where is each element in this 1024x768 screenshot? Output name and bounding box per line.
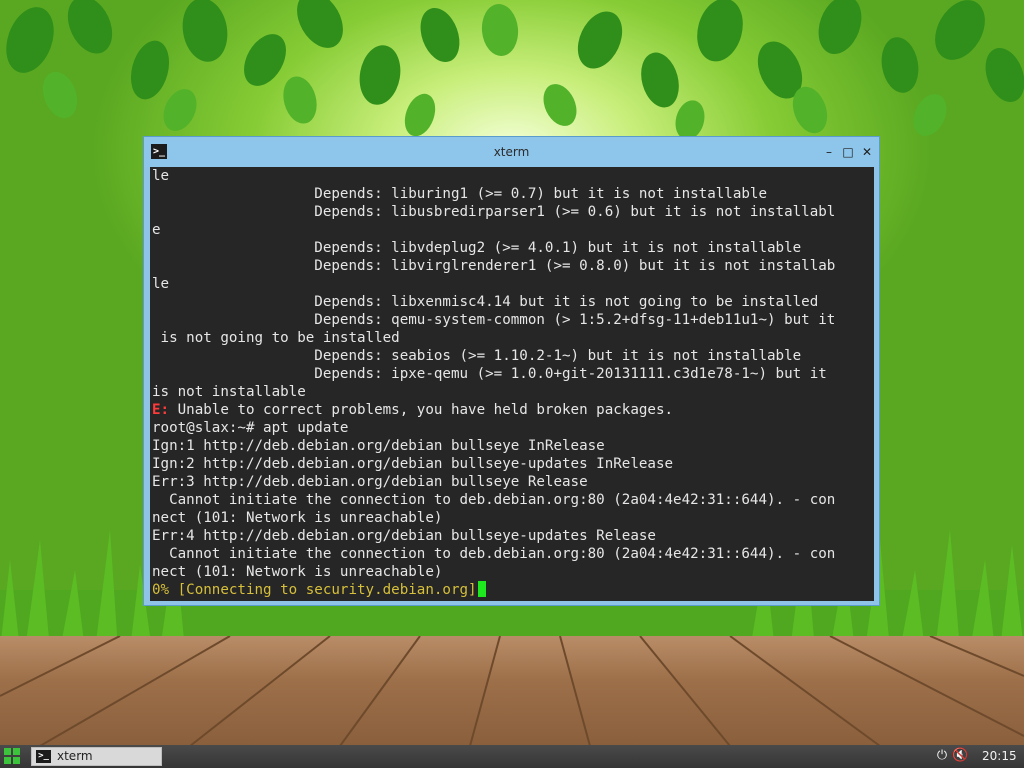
terminal-line-text: is not going to be installed <box>152 330 400 346</box>
terminal-line: Depends: qemu-system-common (> 1:5.2+dfs… <box>152 311 835 329</box>
terminal-line-text: Depends: libvdeplug2 (>= 4.0.1) but it i… <box>152 240 802 256</box>
terminal-cursor <box>477 581 486 597</box>
terminal-line: le <box>152 167 835 185</box>
terminal-line-text: is not installable <box>152 384 306 400</box>
terminal-line: is not installable <box>152 383 835 401</box>
terminal-line-text: le <box>152 276 170 292</box>
terminal-line: Cannot initiate the connection to deb.de… <box>152 491 835 509</box>
terminal-line: e <box>152 221 835 239</box>
terminal-line-text: e <box>152 222 161 238</box>
terminal-line: Depends: seabios (>= 1.10.2-1~) but it i… <box>152 347 835 365</box>
terminal-line: Depends: libvirglrenderer1 (>= 0.8.0) bu… <box>152 257 835 275</box>
terminal-line-text: Ign:1 http://deb.debian.org/debian bulls… <box>152 438 605 454</box>
terminal-line: Depends: libvdeplug2 (>= 4.0.1) but it i… <box>152 239 835 257</box>
terminal-line-text: Depends: libxenmisc4.14 but it is not go… <box>152 294 819 310</box>
terminal-line: root@slax:~# apt update <box>152 419 835 437</box>
terminal-icon: >_ <box>36 750 51 763</box>
terminal-line: Cannot initiate the connection to deb.de… <box>152 545 835 563</box>
terminal-line: nect (101: Network is unreachable) <box>152 563 835 581</box>
terminal-line: Err:3 http://deb.debian.org/debian bulls… <box>152 473 835 491</box>
xterm-window[interactable]: >_ xterm – □ ✕ le Depends: liburing1 (>=… <box>143 136 880 606</box>
taskbar-item-label: xterm <box>57 749 93 763</box>
terminal-line-text: Depends: ipxe-qemu (>= 1.0.0+git-2013111… <box>152 366 827 382</box>
power-icon[interactable]: ⏻ <box>934 748 950 764</box>
volume-muted-icon[interactable]: 🔇 <box>952 748 968 764</box>
window-title: xterm <box>493 145 530 159</box>
terminal-line-text: Depends: seabios (>= 1.10.2-1~) but it i… <box>152 348 802 364</box>
terminal-line: Depends: liburing1 (>= 0.7) but it is no… <box>152 185 835 203</box>
terminal-line-text: Depends: liburing1 (>= 0.7) but it is no… <box>152 186 767 202</box>
terminal-line-text: le <box>152 168 170 184</box>
taskbar-item-xterm[interactable]: >_ xterm <box>31 747 162 766</box>
terminal-output[interactable]: le Depends: liburing1 (>= 0.7) but it is… <box>150 167 874 601</box>
terminal-line: is not going to be installed <box>152 329 835 347</box>
window-titlebar[interactable]: >_ xterm – □ ✕ <box>144 137 879 167</box>
terminal-line-text: Depends: libusbredirparser1 (>= 0.6) but… <box>152 204 836 220</box>
clock[interactable]: 20:15 <box>982 745 1022 768</box>
terminal-line-text: nect (101: Network is unreachable) <box>152 564 443 580</box>
terminal-line-text: root@slax:~# apt update <box>152 420 349 436</box>
close-icon[interactable]: ✕ <box>859 144 875 160</box>
terminal-line-text: Cannot initiate the connection to deb.de… <box>152 546 836 562</box>
terminal-line-text: Depends: qemu-system-common (> 1:5.2+dfs… <box>152 312 836 328</box>
terminal-line: Depends: ipxe-qemu (>= 1.0.0+git-2013111… <box>152 365 835 383</box>
app-grid-icon[interactable] <box>4 748 21 765</box>
terminal-line: Depends: libusbredirparser1 (>= 0.6) but… <box>152 203 835 221</box>
terminal-lines: le Depends: liburing1 (>= 0.7) but it is… <box>152 167 835 599</box>
terminal-progress-line: 0% [Connecting to security.debian.org] <box>152 581 835 599</box>
terminal-line-text: Ign:2 http://deb.debian.org/debian bulls… <box>152 456 674 472</box>
terminal-line-text: Err:4 http://deb.debian.org/debian bulls… <box>152 528 656 544</box>
terminal-line: Depends: libxenmisc4.14 but it is not go… <box>152 293 835 311</box>
wallpaper-leaves <box>6 0 1024 140</box>
minimize-icon[interactable]: – <box>821 144 837 160</box>
terminal-line: Err:4 http://deb.debian.org/debian bulls… <box>152 527 835 545</box>
terminal-line-text: Depends: libvirglrenderer1 (>= 0.8.0) bu… <box>152 258 836 274</box>
terminal-line: Ign:1 http://deb.debian.org/debian bulls… <box>152 437 835 455</box>
terminal-line: nect (101: Network is unreachable) <box>152 509 835 527</box>
terminal-line-text: Unable to correct problems, you have hel… <box>169 402 674 418</box>
wallpaper-wooden-deck <box>0 636 1024 746</box>
error-prefix: E: <box>152 402 170 418</box>
maximize-icon[interactable]: □ <box>840 144 856 160</box>
terminal-line-text: Err:3 http://deb.debian.org/debian bulls… <box>152 474 588 490</box>
taskbar: >_ xterm ⏻ 🔇 20:15 <box>0 745 1024 768</box>
terminal-line: E: Unable to correct problems, you have … <box>152 401 835 419</box>
terminal-line-text: Cannot initiate the connection to deb.de… <box>152 492 836 508</box>
terminal-line: le <box>152 275 835 293</box>
terminal-line: Ign:2 http://deb.debian.org/debian bulls… <box>152 455 835 473</box>
terminal-line-text: nect (101: Network is unreachable) <box>152 510 443 526</box>
progress-text: 0% [Connecting to security.debian.org] <box>152 582 477 598</box>
